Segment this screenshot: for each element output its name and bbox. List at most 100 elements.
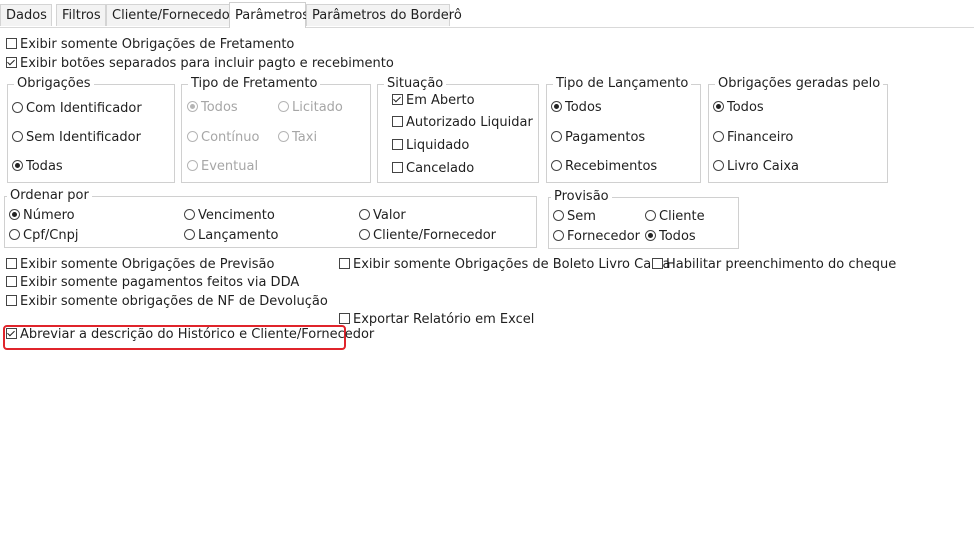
radio-unselected[interactable] (12, 131, 23, 142)
radio-selected[interactable] (713, 101, 724, 112)
tipo-fretamento-option-continuo: Contínuo (187, 129, 259, 147)
option-label: Sem Identificador (26, 130, 141, 145)
fretamento-checkbox-option[interactable]: Exibir somente Obrigações de Fretamento (6, 36, 294, 54)
radio-selected-disabled (187, 101, 198, 112)
tipo-lancamento-option-pagamentos[interactable]: Pagamentos (551, 129, 645, 147)
tab-dados[interactable]: Dados (0, 4, 52, 26)
option-label: Cliente/Fornecedor (373, 228, 497, 243)
option-label: Vencimento (198, 208, 275, 223)
radio-unselected[interactable] (645, 210, 656, 221)
option-label: Todos (565, 100, 602, 115)
obrigacoes-option-sem-identificador[interactable]: Sem Identificador (12, 129, 141, 147)
radio-disabled (187, 131, 198, 142)
radio-selected[interactable] (645, 230, 656, 241)
radio-unselected[interactable] (553, 230, 564, 241)
option-label: Todos (727, 100, 764, 115)
dda-checkbox-option[interactable]: Exibir somente pagamentos feitos via DDA (6, 274, 299, 292)
option-label: Abreviar a descrição do Histórico e Clie… (20, 327, 375, 342)
botoes-label: Exibir botões separados para incluir pag… (20, 56, 394, 71)
situacao-option-autorizado-liquidar[interactable]: Autorizado Liquidar (392, 114, 533, 132)
checkbox-unchecked[interactable] (339, 313, 350, 324)
checkbox-unchecked[interactable] (392, 116, 403, 127)
abreviar-checkbox-option[interactable]: Abreviar a descrição do Histórico e Clie… (6, 326, 374, 344)
botoes-checkbox-option[interactable]: Exibir botões separados para incluir pag… (6, 55, 394, 73)
checkbox-unchecked[interactable] (6, 258, 17, 269)
previsao-checkbox-option[interactable]: Exibir somente Obrigações de Previsão (6, 256, 274, 274)
option-label: Exibir somente obrigações de NF de Devol… (20, 294, 328, 309)
radio-unselected[interactable] (9, 229, 20, 240)
checkbox-unchecked[interactable] (6, 276, 17, 287)
checkbox-unchecked[interactable] (652, 258, 663, 269)
nf-devolucao-checkbox-option[interactable]: Exibir somente obrigações de NF de Devol… (6, 293, 328, 311)
tipo-lancamento-option-todos[interactable]: Todos (551, 99, 602, 117)
option-label: Contínuo (201, 130, 260, 145)
cheque-checkbox-option[interactable]: Habilitar preenchimento do cheque (652, 256, 896, 274)
ordenar-option-valor[interactable]: Valor (359, 207, 406, 225)
provisao-option-cliente[interactable]: Cliente (645, 208, 705, 226)
tipo-lancamento-option-recebimentos[interactable]: Recebimentos (551, 158, 657, 176)
tab-filtros[interactable]: Filtros (56, 4, 106, 26)
radio-selected[interactable] (551, 101, 562, 112)
situacao-option-em-aberto[interactable]: Em Aberto (392, 92, 475, 110)
obrigacoes-geradas-option-livro-caixa[interactable]: Livro Caixa (713, 158, 799, 176)
fretamento-label: Exibir somente Obrigações de Fretamento (20, 37, 295, 52)
radio-unselected[interactable] (184, 209, 195, 220)
tab-cliente-fornecedor[interactable]: Cliente/Fornecedor (106, 4, 235, 26)
obrigacoes-geradas-option-financeiro[interactable]: Financeiro (713, 129, 793, 147)
option-label: Cpf/Cnpj (23, 228, 79, 243)
checkbox-unchecked[interactable] (392, 139, 403, 150)
checkbox-unchecked[interactable] (339, 258, 350, 269)
option-label: Cliente (659, 209, 705, 224)
checkbox-unchecked[interactable] (392, 162, 403, 173)
option-label: Eventual (201, 159, 259, 174)
provisao-option-sem[interactable]: Sem (553, 208, 596, 226)
radio-disabled (278, 131, 289, 142)
ordenar-option-lancamento[interactable]: Lançamento (184, 227, 279, 245)
radio-unselected[interactable] (553, 210, 564, 221)
checkbox-unchecked[interactable] (6, 38, 17, 49)
checkbox-unchecked[interactable] (6, 295, 17, 306)
provisao-option-fornecedor[interactable]: Fornecedor (553, 228, 640, 246)
tipo-fretamento-option-taxi: Taxi (278, 129, 317, 147)
radio-unselected[interactable] (551, 131, 562, 142)
obrigacoes-geradas-title: Obrigações geradas pelo (715, 76, 884, 92)
option-label: Taxi (292, 130, 318, 145)
tab-bar: Dados Filtros Cliente/Fornecedor Parâmet… (0, 0, 974, 28)
ordenar-option-cpf-cnpj[interactable]: Cpf/Cnpj (9, 227, 78, 245)
checkbox-checked[interactable] (6, 328, 17, 339)
option-label: Recebimentos (565, 159, 658, 174)
situacao-title: Situação (384, 76, 447, 92)
obrigacoes-option-todas[interactable]: Todas (12, 158, 63, 176)
option-label: Sem (567, 209, 596, 224)
radio-selected[interactable] (12, 160, 23, 171)
radio-unselected[interactable] (713, 131, 724, 142)
tab-parametros-do-bordero[interactable]: Parâmetros do Borderô (306, 4, 462, 26)
option-label: Todos (201, 100, 238, 115)
option-label: Exibir somente Obrigações de Previsão (20, 257, 275, 272)
obrigacoes-option-com-identificador[interactable]: Com Identificador (12, 100, 142, 118)
ordenar-option-vencimento[interactable]: Vencimento (184, 207, 275, 225)
radio-unselected[interactable] (359, 229, 370, 240)
checkbox-checked[interactable] (392, 94, 403, 105)
radio-unselected[interactable] (184, 229, 195, 240)
ordenar-option-cliente-fornecedor[interactable]: Cliente/Fornecedor (359, 227, 496, 245)
radio-disabled (278, 101, 289, 112)
radio-unselected[interactable] (12, 102, 23, 113)
option-label: Financeiro (727, 130, 794, 145)
obrigacoes-geradas-option-todos[interactable]: Todos (713, 99, 764, 117)
option-label: Pagamentos (565, 130, 646, 145)
situacao-option-liquidado[interactable]: Liquidado (392, 137, 469, 155)
option-label: Com Identificador (26, 101, 142, 116)
ordenar-por-title: Ordenar por (7, 188, 92, 204)
checkbox-checked[interactable] (6, 57, 17, 68)
radio-selected[interactable] (9, 209, 20, 220)
option-label: Licitado (292, 100, 343, 115)
radio-unselected[interactable] (359, 209, 370, 220)
situacao-option-cancelado[interactable]: Cancelado (392, 160, 474, 178)
boleto-livro-caixa-checkbox-option[interactable]: Exibir somente Obrigações de Boleto Livr… (339, 256, 670, 274)
provisao-option-todos[interactable]: Todos (645, 228, 696, 246)
radio-unselected[interactable] (713, 160, 724, 171)
tab-parametros[interactable]: Parâmetros (229, 2, 309, 28)
radio-unselected[interactable] (551, 160, 562, 171)
ordenar-option-numero[interactable]: Número (9, 207, 75, 225)
